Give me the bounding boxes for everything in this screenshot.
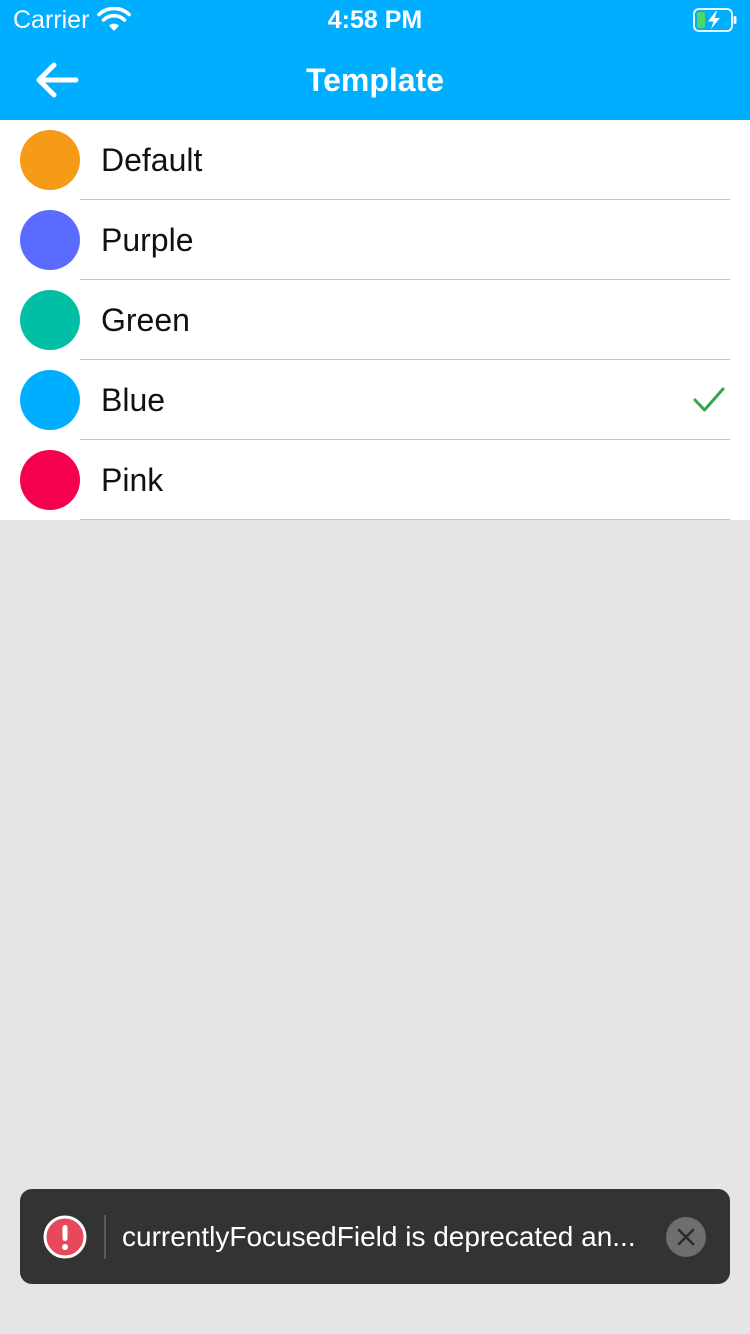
battery-charging-icon xyxy=(693,8,737,32)
template-row-blue[interactable]: Blue xyxy=(0,360,750,440)
color-swatch xyxy=(20,450,80,510)
checkmark-icon xyxy=(693,387,725,412)
page-title: Template xyxy=(305,62,445,98)
error-icon xyxy=(43,1215,87,1259)
template-list: Default Purple Green Blue Pink xyxy=(0,120,750,520)
toast-close-button[interactable] xyxy=(666,1217,706,1257)
row-divider xyxy=(80,519,730,520)
template-row-pink[interactable]: Pink xyxy=(0,440,750,520)
color-swatch xyxy=(20,290,80,350)
template-row-green[interactable]: Green xyxy=(0,280,750,360)
toast-message: currentlyFocusedField is deprecated an..… xyxy=(122,1221,636,1252)
app-header: Carrier 4:58 PM Template xyxy=(0,0,750,120)
template-row-purple[interactable]: Purple xyxy=(0,200,750,280)
status-time: 4:58 PM xyxy=(327,6,423,34)
nav-bar: Template xyxy=(0,40,750,120)
color-swatch xyxy=(20,130,80,190)
template-row-default[interactable]: Default xyxy=(0,120,750,200)
toast-divider xyxy=(104,1215,106,1259)
template-label: Default xyxy=(101,142,203,178)
color-swatch xyxy=(20,210,80,270)
template-label: Blue xyxy=(101,382,166,418)
close-icon xyxy=(677,1228,695,1246)
status-bar: Carrier 4:58 PM xyxy=(0,0,750,40)
template-label: Purple xyxy=(101,222,194,258)
color-swatch xyxy=(20,370,80,430)
template-label: Pink xyxy=(101,462,164,498)
template-label: Green xyxy=(101,302,190,338)
error-toast[interactable]: currentlyFocusedField is deprecated an..… xyxy=(20,1189,730,1284)
